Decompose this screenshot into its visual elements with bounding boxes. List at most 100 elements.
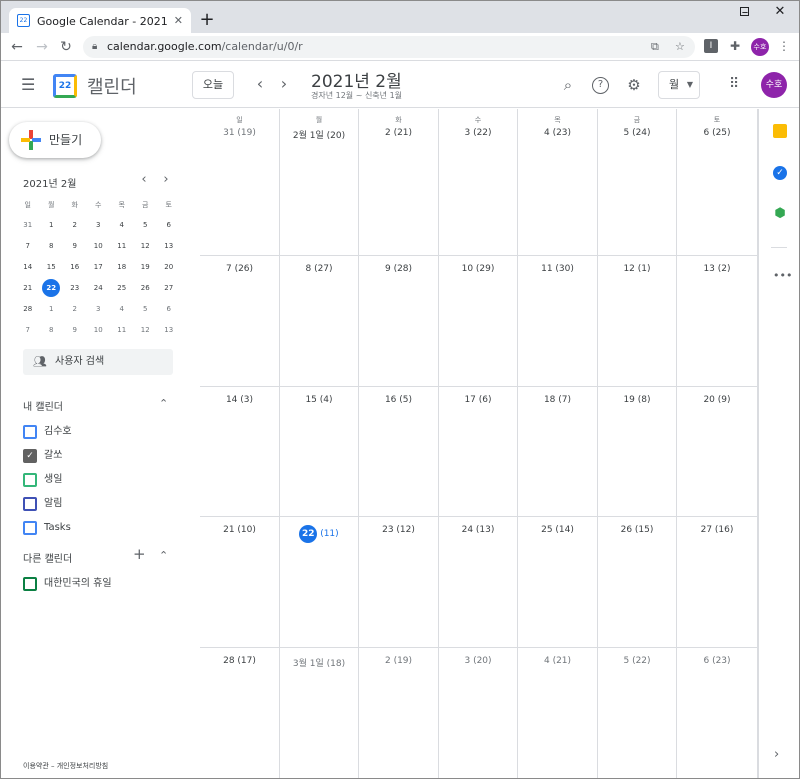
day-number[interactable]: 8 (27) xyxy=(280,264,358,274)
mini-day[interactable]: 19 xyxy=(134,257,158,278)
day-number[interactable]: 2월 1일 (20) xyxy=(280,128,358,141)
calendar-checkbox[interactable]: ✓ xyxy=(23,449,37,463)
calendar-checkbox[interactable] xyxy=(23,425,37,439)
day-cell[interactable]: 3월 1일 (18) xyxy=(280,648,359,778)
mini-day[interactable]: 16 xyxy=(63,257,87,278)
day-number[interactable]: 11 (30) xyxy=(518,264,597,274)
day-cell[interactable]: 8 (27) xyxy=(280,256,359,387)
day-number[interactable]: 2 (19) xyxy=(359,656,438,666)
day-number[interactable]: 27 (16) xyxy=(677,525,757,535)
day-cell[interactable]: 6 (23) xyxy=(677,648,758,778)
calendar-item[interactable]: 생일 xyxy=(23,472,62,490)
day-cell[interactable]: 21 (10) xyxy=(200,517,280,648)
new-tab-icon[interactable]: + xyxy=(197,9,217,31)
day-cell[interactable]: 24 (13) xyxy=(439,517,518,648)
tasks-icon[interactable]: ✓ xyxy=(773,166,787,180)
day-cell[interactable]: 2 (19) xyxy=(359,648,439,778)
day-number[interactable]: 18 (7) xyxy=(518,395,597,405)
day-cell[interactable]: 3 (20) xyxy=(439,648,518,778)
extension-icon[interactable]: I xyxy=(704,39,718,53)
mini-day[interactable]: 7 xyxy=(16,236,40,257)
day-number[interactable]: 15 (4) xyxy=(280,395,358,405)
my-calendars-title[interactable]: 내 캘린더 xyxy=(23,398,63,413)
day-cell[interactable]: 월 2월 1일 (20) xyxy=(280,109,359,256)
day-number[interactable]: 5 (22) xyxy=(598,656,676,666)
terms-privacy-link[interactable]: 이용약관 – 개인정보처리방침 xyxy=(23,761,108,771)
day-cell[interactable]: 4 (21) xyxy=(518,648,598,778)
mini-day[interactable]: 14 xyxy=(16,257,40,278)
day-number[interactable]: 9 (28) xyxy=(359,264,438,274)
mini-day[interactable]: 13 xyxy=(157,236,181,257)
day-number[interactable]: 24 (13) xyxy=(439,525,517,535)
mini-day[interactable]: 12 xyxy=(134,236,158,257)
day-number[interactable]: 3 (22) xyxy=(439,128,517,138)
day-number[interactable]: 22 (11) xyxy=(280,525,358,543)
day-number[interactable]: 23 (12) xyxy=(359,525,438,535)
mini-day[interactable]: 26 xyxy=(134,278,158,299)
day-number[interactable]: 5 (24) xyxy=(598,128,676,138)
profile-avatar[interactable]: 수호 xyxy=(751,38,769,56)
day-number[interactable]: 6 (23) xyxy=(677,656,757,666)
mini-day[interactable]: 3 xyxy=(87,215,111,236)
close-tab-icon[interactable]: ✕ xyxy=(174,14,183,27)
mini-day[interactable]: 24 xyxy=(87,278,111,299)
mini-day[interactable]: 3 xyxy=(87,299,111,320)
mini-day[interactable]: 21 xyxy=(16,278,40,299)
main-menu-icon[interactable]: ☰ xyxy=(21,75,37,95)
day-number[interactable]: 19 (8) xyxy=(598,395,676,405)
mini-next-month-icon[interactable]: › xyxy=(159,172,173,187)
mini-day[interactable]: 20 xyxy=(157,257,181,278)
mini-day[interactable]: 8 xyxy=(40,236,64,257)
user-avatar[interactable]: 수호 xyxy=(761,72,787,98)
day-number[interactable]: 10 (29) xyxy=(439,264,517,274)
day-cell[interactable]: 19 (8) xyxy=(598,387,677,517)
reload-icon[interactable]: ↻ xyxy=(56,37,76,57)
back-icon[interactable]: ← xyxy=(7,37,27,57)
day-number[interactable]: 16 (5) xyxy=(359,395,438,405)
day-cell[interactable]: 22 (11) xyxy=(280,517,359,648)
mini-day[interactable]: 28 xyxy=(16,299,40,320)
day-number[interactable]: 14 (3) xyxy=(200,395,279,405)
browser-tab[interactable]: 22 Google Calendar - 2021년 2월 ✕ xyxy=(9,8,191,33)
collapse-other-calendars-icon[interactable]: ⌃ xyxy=(159,549,168,562)
calendar-checkbox[interactable] xyxy=(23,497,37,511)
calendar-logo-icon[interactable]: 22 xyxy=(53,74,77,98)
day-number[interactable]: 28 (17) xyxy=(200,656,279,666)
day-number[interactable]: 25 (14) xyxy=(518,525,597,535)
mini-day[interactable]: 15 xyxy=(40,257,64,278)
extensions-puzzle-icon[interactable]: ✚ xyxy=(728,39,742,53)
mini-day[interactable]: 5 xyxy=(134,299,158,320)
day-cell[interactable]: 15 (4) xyxy=(280,387,359,517)
mini-day[interactable]: 5 xyxy=(134,215,158,236)
day-cell[interactable]: 20 (9) xyxy=(677,387,758,517)
mini-day[interactable]: 27 xyxy=(157,278,181,299)
day-number[interactable]: 20 (9) xyxy=(677,395,757,405)
calendar-item[interactable]: ✓ 갈쏘 xyxy=(23,448,62,466)
day-number[interactable]: 17 (6) xyxy=(439,395,517,405)
day-number[interactable]: 3월 1일 (18) xyxy=(280,656,358,669)
mini-day[interactable]: 22 xyxy=(40,278,64,299)
mini-day[interactable]: 12 xyxy=(134,320,158,341)
day-cell[interactable]: 16 (5) xyxy=(359,387,439,517)
mini-day[interactable]: 31 xyxy=(16,215,40,236)
day-cell[interactable]: 10 (29) xyxy=(439,256,518,387)
day-number[interactable]: 4 (23) xyxy=(518,128,597,138)
mini-day[interactable]: 4 xyxy=(110,215,134,236)
mini-day[interactable]: 2 xyxy=(63,299,87,320)
day-cell[interactable]: 27 (16) xyxy=(677,517,758,648)
maps-pin-icon[interactable]: ⬢ xyxy=(773,207,787,221)
mini-day[interactable]: 9 xyxy=(63,236,87,257)
mini-day[interactable]: 1 xyxy=(40,299,64,320)
open-in-app-icon[interactable]: ⧉ xyxy=(651,36,659,58)
day-number[interactable]: 3 (20) xyxy=(439,656,517,666)
mini-day[interactable]: 6 xyxy=(157,299,181,320)
mini-day[interactable]: 11 xyxy=(110,320,134,341)
create-button[interactable]: 만들기 xyxy=(9,122,101,158)
day-cell[interactable]: 목4 (23) xyxy=(518,109,598,256)
mini-day[interactable]: 17 xyxy=(87,257,111,278)
other-calendars-title[interactable]: 다른 캘린더 xyxy=(23,550,72,565)
previous-period-icon[interactable]: ‹ xyxy=(250,73,270,95)
user-search-input[interactable]: 👥︎ 사용자 검색 xyxy=(23,349,173,375)
help-icon[interactable]: ? xyxy=(592,77,609,94)
day-cell[interactable]: 11 (30) xyxy=(518,256,598,387)
